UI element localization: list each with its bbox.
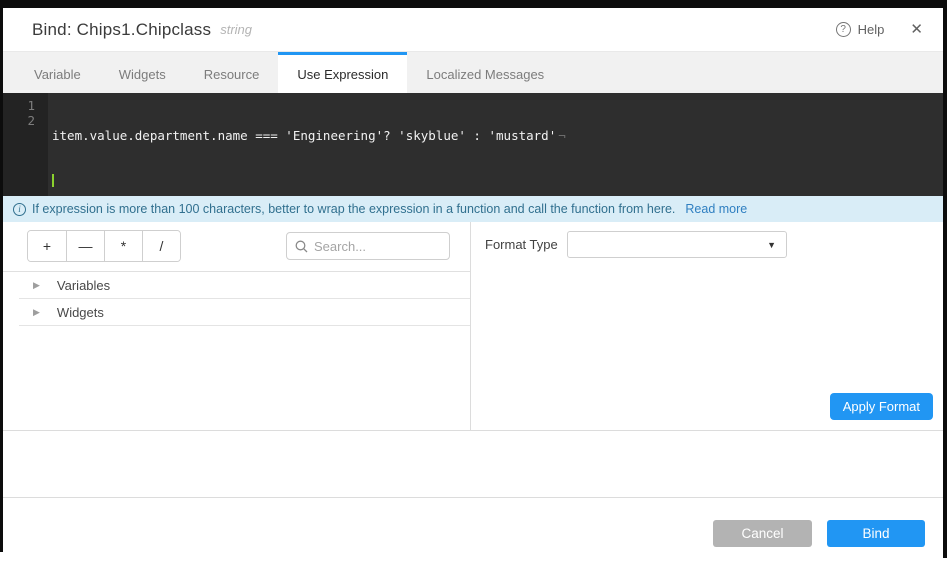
bind-dialog: Bind: Chips1.Chipclass string ? Help ✕ V… [3,8,943,568]
chevron-right-icon[interactable]: ▶ [33,280,40,291]
divide-operator-button[interactable]: / [142,231,180,261]
close-icon[interactable]: ✕ [910,22,923,37]
multiply-operator-button[interactable]: * [104,231,142,261]
info-bar: i If expression is more than 100 charact… [3,196,943,222]
footer-spacer [3,431,943,497]
tree-item-label: Widgets [57,305,104,320]
dialog-title: Bind: Chips1.Chipclass [32,20,211,40]
line-number: 1 [3,98,35,113]
search-input[interactable] [314,239,441,254]
main-area: + — * / ▶ Variables ▶ [3,222,943,431]
help-icon: ? [836,22,851,37]
minus-operator-button[interactable]: — [66,231,104,261]
tree-item-widgets[interactable]: ▶ Widgets [19,299,470,326]
format-type-select[interactable]: ▼ [567,231,787,258]
tab-resource[interactable]: Resource [185,52,279,93]
dialog-footer: Cancel Bind [3,497,943,568]
plus-operator-button[interactable]: + [28,231,66,261]
editor-code-area[interactable]: item.value.department.name === 'Engineer… [48,93,943,196]
bind-button[interactable]: Bind [827,520,925,547]
line-number: 2 [3,113,35,128]
read-more-link[interactable]: Read more [685,202,747,216]
editor-gutter: 1 2 [3,93,48,196]
text-cursor [52,174,54,187]
search-icon [295,240,308,253]
code-line-2 [52,173,943,188]
operator-group: + — * / [27,230,181,262]
code-text: item.value.department.name === 'Engineer… [52,128,556,143]
eol-marker: ¬ [558,128,566,143]
right-panel: Format Type ▼ Apply Format [471,222,943,430]
cancel-button[interactable]: Cancel [713,520,812,547]
info-icon: i [13,203,26,216]
toolbar-row: + — * / [3,222,470,261]
dropdown-arrow-icon: ▼ [767,240,776,250]
dialog-header: Bind: Chips1.Chipclass string ? Help ✕ [3,8,943,52]
help-label: Help [858,22,885,37]
dialog-subtitle: string [220,22,252,37]
code-line-1: item.value.department.name === 'Engineer… [52,128,943,143]
search-box[interactable] [286,232,450,260]
info-text: If expression is more than 100 character… [32,202,675,216]
format-type-label: Format Type [485,237,567,252]
chevron-right-icon[interactable]: ▶ [33,307,40,318]
tab-bar: Variable Widgets Resource Use Expression… [3,52,943,93]
left-panel: + — * / ▶ Variables ▶ [3,222,471,430]
tab-variable[interactable]: Variable [15,52,100,93]
tree-item-variables[interactable]: ▶ Variables [19,272,470,299]
tab-widgets[interactable]: Widgets [100,52,185,93]
help-button[interactable]: ? Help [836,22,885,37]
tab-use-expression[interactable]: Use Expression [278,52,407,93]
format-type-row: Format Type ▼ [471,222,943,258]
expression-editor[interactable]: 1 2 item.value.department.name === 'Engi… [3,93,943,196]
apply-format-button[interactable]: Apply Format [830,393,933,420]
frame-top [0,0,947,8]
tab-localized-messages[interactable]: Localized Messages [407,52,563,93]
tree-item-label: Variables [57,278,110,293]
frame-right [943,8,947,558]
